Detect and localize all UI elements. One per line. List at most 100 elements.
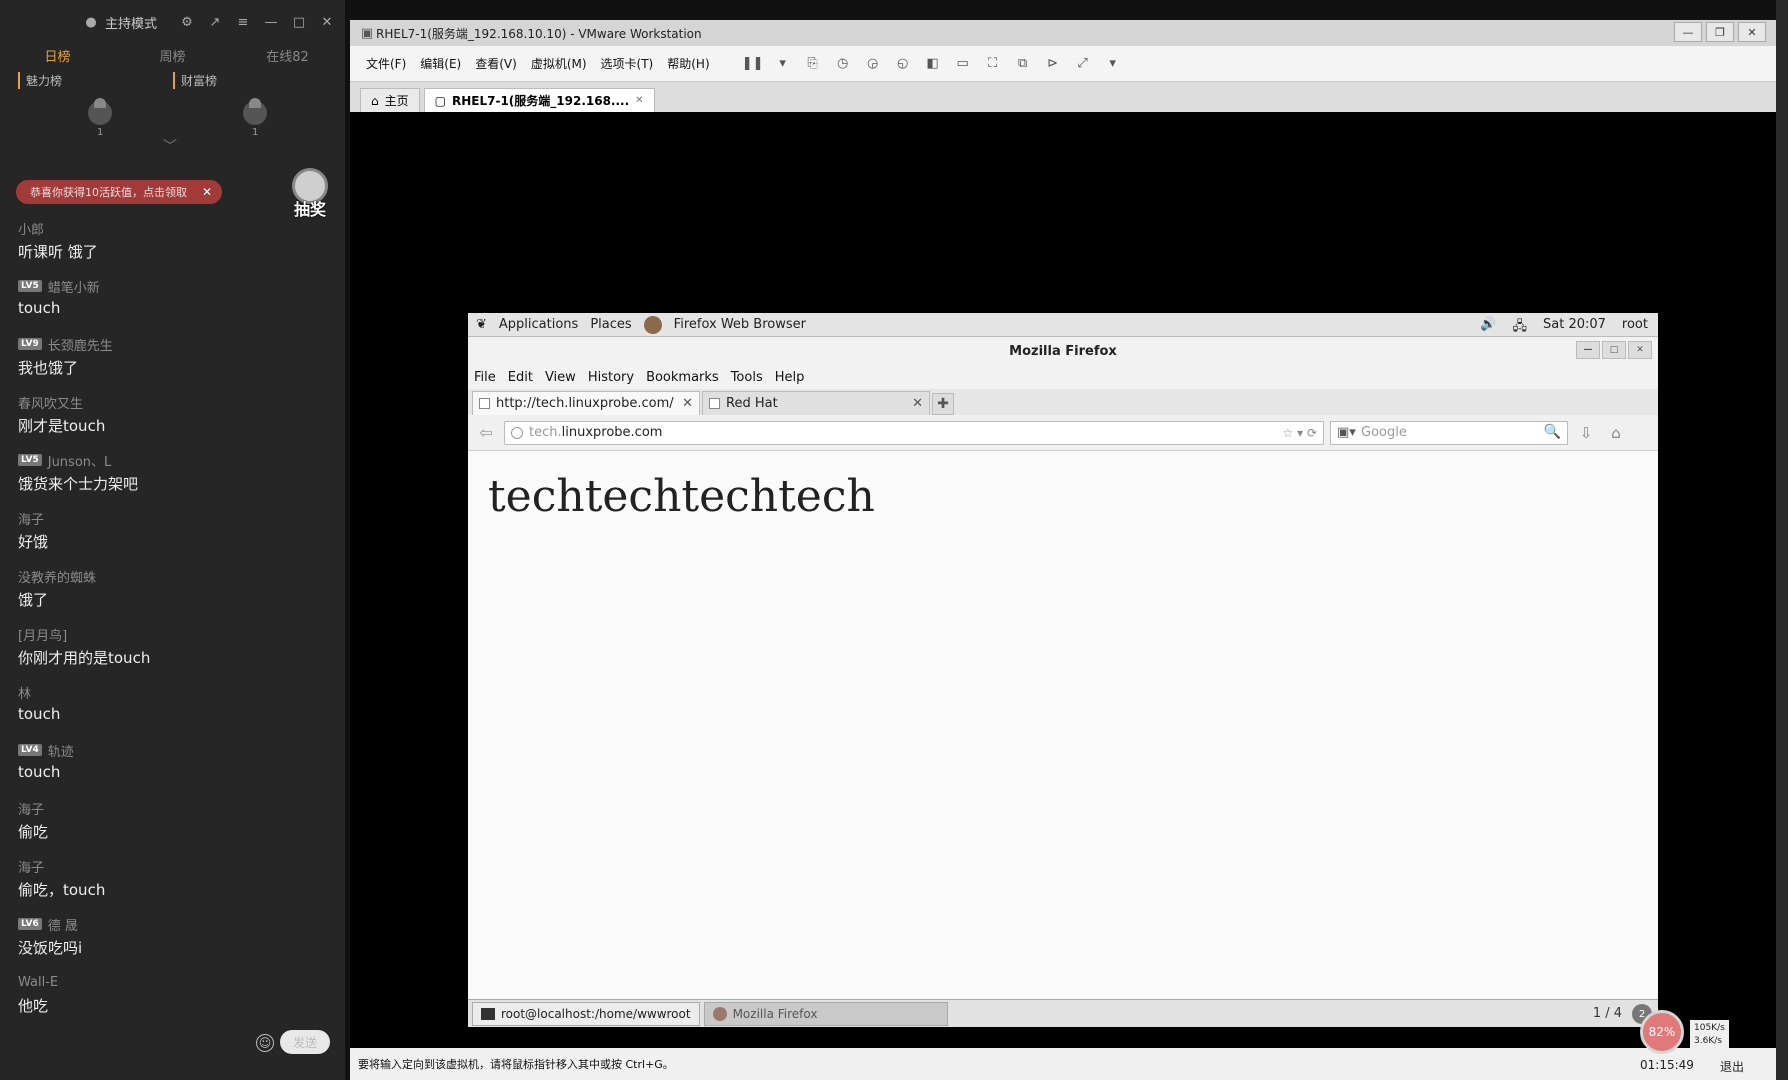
minimize-button[interactable]: — (1576, 341, 1600, 359)
tab-online[interactable]: 在线82 (230, 46, 345, 65)
message-author[interactable]: 春风吹又生 (18, 392, 338, 412)
chevron-down-icon[interactable]: ﹀ (163, 136, 177, 156)
maximize-button[interactable]: □ (1602, 341, 1626, 359)
show-library-icon[interactable]: ◧ (924, 55, 942, 73)
close-icon[interactable]: ✕ (635, 95, 643, 106)
menu-edit[interactable]: 编辑(E) (420, 55, 461, 72)
pause-icon[interactable]: ❚❚ (742, 55, 764, 73)
places-menu[interactable]: Places (590, 317, 631, 332)
snapshot-manager-icon[interactable]: ◵ (894, 55, 912, 73)
wealth-rank[interactable]: 财富榜 1 (173, 72, 323, 138)
volume-icon[interactable]: 🔊 (1480, 317, 1496, 339)
close-button[interactable]: ✕ (1628, 341, 1652, 359)
user-menu[interactable]: root (1622, 317, 1648, 339)
guest-desktop[interactable]: ❦ Applications Places Firefox Web Browse… (468, 313, 1658, 1027)
message-author[interactable]: 海子 (18, 856, 338, 876)
gnome-top-bar: ❦ Applications Places Firefox Web Browse… (468, 313, 1658, 337)
message-author[interactable]: LV6 德 晟 (18, 914, 338, 934)
emoji-icon[interactable]: ☺ (256, 1034, 274, 1052)
reward-banner-text: 恭喜你获得10活跃值，点击领取 (30, 186, 187, 199)
vm-console[interactable]: ❦ Applications Places Firefox Web Browse… (350, 112, 1776, 1048)
close-icon[interactable]: ✕ (319, 14, 335, 30)
download-icon[interactable]: ⇩ (1574, 421, 1598, 445)
menu-bookmarks[interactable]: Bookmarks (646, 370, 719, 385)
tab-tech-linuxprobe[interactable]: http://tech.linuxprobe.com/ ✕ (472, 391, 700, 415)
fullscreen-icon[interactable]: ⛶ (984, 55, 1002, 73)
level-badge: LV6 (18, 918, 42, 930)
tab-red-hat[interactable]: Red Hat ✕ (702, 391, 930, 415)
search-icon[interactable]: 🔍 (1544, 424, 1561, 440)
message-author[interactable]: 海子 (18, 798, 338, 818)
menu-history[interactable]: History (588, 370, 634, 385)
minimize-icon[interactable]: — (263, 14, 279, 30)
message-author[interactable]: [月月鸟] (18, 624, 338, 644)
charm-rank[interactable]: 魅力榜 1 (18, 72, 168, 138)
menu-help[interactable]: Help (775, 370, 805, 385)
message-author[interactable]: Wall-E (18, 972, 338, 992)
menu-edit[interactable]: Edit (508, 370, 533, 385)
maximize-icon[interactable]: □ (291, 14, 307, 30)
minimize-button[interactable]: — (1674, 22, 1702, 42)
menu-icon[interactable]: ≡ (235, 14, 251, 30)
close-button[interactable]: ✕ (1738, 22, 1766, 42)
home-icon[interactable]: ⌂ (1604, 421, 1628, 445)
stretch-icon[interactable]: ⤢ (1074, 55, 1092, 73)
message-author[interactable]: 没教养的蜘蛛 (18, 566, 338, 586)
back-icon[interactable]: ⇦ (474, 421, 498, 445)
menu-vm[interactable]: 虚拟机(M) (531, 55, 587, 72)
search-engine-icon[interactable]: ▣▾ (1337, 425, 1356, 440)
console-icon[interactable]: ⊳ (1044, 55, 1062, 73)
new-tab-button[interactable]: ✚ (932, 393, 954, 415)
tab-home[interactable]: ⌂ 主页 (360, 88, 420, 112)
tab-daily[interactable]: 日榜 (0, 46, 115, 65)
exit-button[interactable]: 退出 (1720, 1058, 1744, 1075)
menu-view[interactable]: 查看(V) (475, 55, 517, 72)
taskbar-firefox[interactable]: Mozilla Firefox (703, 1001, 948, 1026)
message-author[interactable]: LV4 轨迹 (18, 740, 338, 760)
url-dropdown-icon[interactable]: ☆ ▾ ⟳ (1283, 426, 1317, 440)
author-name: Junson、L (47, 454, 112, 470)
dropdown-icon[interactable]: ▾ (774, 55, 792, 73)
menu-view[interactable]: View (545, 370, 576, 385)
menu-tools[interactable]: Tools (731, 370, 763, 385)
message-author[interactable]: 小郎 (18, 218, 338, 238)
dropdown-icon[interactable]: ▾ (1104, 55, 1122, 73)
close-tab-icon[interactable]: ✕ (912, 396, 923, 411)
restore-button[interactable]: ❐ (1706, 22, 1734, 42)
reward-banner[interactable]: 恭喜你获得10活跃值，点击领取 ✕ (16, 180, 222, 204)
clock[interactable]: Sat 20:07 (1543, 317, 1606, 339)
author-name: 长颈鹿先生 (47, 338, 113, 354)
settings-icon[interactable]: ⚙ (179, 14, 195, 30)
network-icon[interactable]: 🖧 (1513, 317, 1528, 339)
search-input[interactable]: ▣▾ Google 🔍 (1330, 420, 1568, 445)
tab-weekly[interactable]: 周榜 (115, 46, 230, 65)
applications-menu[interactable]: Applications (499, 317, 578, 332)
tab-rhel7-vm[interactable]: ▢ RHEL7-1(服务端_192.168.... ✕ (423, 88, 655, 112)
menu-tabs[interactable]: 选项卡(T) (601, 55, 654, 72)
message-author[interactable]: LV9 长颈鹿先生 (18, 334, 338, 354)
network-rates: 105K/s 3.6K/s (1690, 1020, 1729, 1050)
menu-help[interactable]: 帮助(H) (667, 55, 709, 72)
external-link-icon[interactable]: ↗ (207, 14, 223, 30)
network-widget[interactable]: 82% 105K/s 3.6K/s (1640, 1010, 1780, 1062)
message-author[interactable]: 海子 (18, 508, 338, 528)
active-app-label[interactable]: Firefox Web Browser (674, 317, 806, 332)
message-author[interactable]: 林 (18, 682, 338, 702)
revert-snapshot-icon[interactable]: ◶ (864, 55, 882, 73)
message-author[interactable]: LV5 Junson、L (18, 450, 338, 470)
menu-file[interactable]: 文件(F) (366, 55, 406, 72)
taskbar-terminal[interactable]: root@localhost:/home/wwwroot (472, 1001, 700, 1026)
close-tab-icon[interactable]: ✕ (682, 396, 693, 411)
menu-file[interactable]: File (474, 370, 496, 385)
unity-icon[interactable]: ⧉ (1014, 55, 1032, 73)
send-ctrl-alt-del-icon[interactable]: ⎘ (804, 55, 822, 73)
snapshot-icon[interactable]: ◷ (834, 55, 852, 73)
thumbnail-icon[interactable]: ▭ (954, 55, 972, 73)
host-mode[interactable]: ● 主持模式 (83, 13, 157, 32)
url-bar[interactable]: tech. linuxprobe.com ☆ ▾ ⟳ (504, 420, 1324, 445)
lottery-button[interactable]: 抽奖 (285, 168, 335, 220)
send-button[interactable]: 发送 (280, 1030, 330, 1054)
workspace-indicator[interactable]: 1 / 4 (1593, 1006, 1622, 1021)
close-icon[interactable]: ✕ (202, 185, 212, 199)
message-author[interactable]: LV5 蜡笔小新 (18, 276, 338, 296)
